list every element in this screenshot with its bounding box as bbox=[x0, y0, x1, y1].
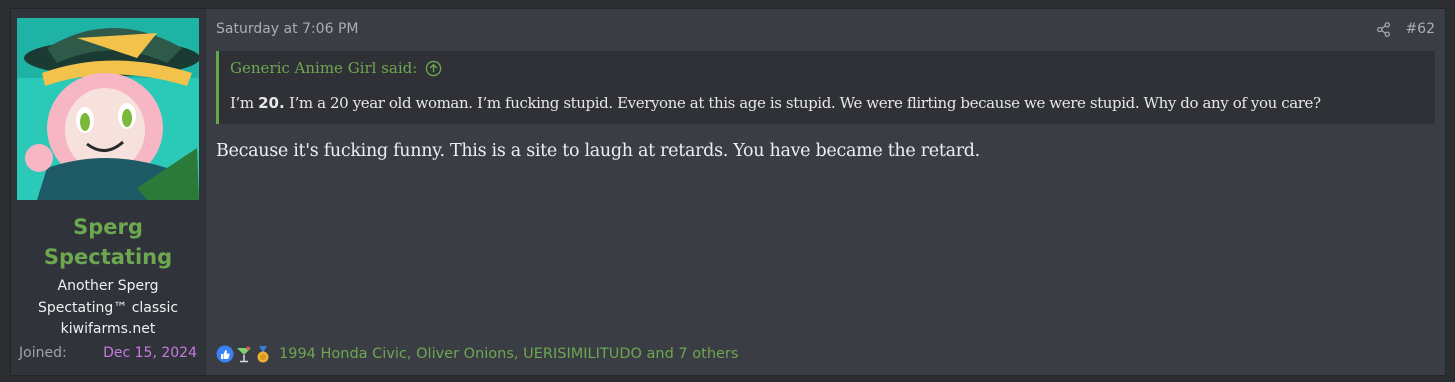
cocktail-icon bbox=[237, 346, 251, 363]
post-actions: #62 bbox=[1376, 21, 1435, 37]
quote-block: Generic Anime Girl said: I’m 20. I’m a 2… bbox=[216, 51, 1435, 124]
forum-post: Sperg Spectating Another Sperg Spectatin… bbox=[10, 8, 1446, 376]
user-site: kiwifarms.net bbox=[60, 321, 156, 337]
reactions-text[interactable]: 1994 Honda Civic, Oliver Onions, UERISIM… bbox=[279, 346, 738, 362]
share-icon[interactable] bbox=[1376, 21, 1391, 37]
reactions-bar[interactable]: 1994 Honda Civic, Oliver Onions, UERISIM… bbox=[216, 345, 738, 363]
user-title: Another Sperg Spectating™ classic bbox=[37, 278, 179, 316]
like-icon bbox=[216, 345, 234, 363]
quote-author[interactable]: Generic Anime Girl said: bbox=[230, 57, 417, 79]
post-date[interactable]: Saturday at 7:06 PM bbox=[216, 19, 1435, 39]
arrow-up-circle-icon[interactable] bbox=[425, 60, 442, 77]
medal-icon bbox=[257, 346, 269, 363]
quote-bold-text: 20. bbox=[258, 94, 285, 112]
post-content: Saturday at 7:06 PM #62 Generic Anime Gi… bbox=[206, 9, 1445, 375]
joined-label: Joined: bbox=[19, 345, 67, 361]
joined-date: Dec 15, 2024 bbox=[103, 345, 197, 361]
joined-row: Joined: Dec 15, 2024 bbox=[19, 345, 197, 361]
username[interactable]: Sperg Spectating bbox=[13, 212, 203, 272]
post-number[interactable]: #62 bbox=[1405, 21, 1435, 37]
quote-text: I’m 20. I’m a 20 year old woman. I’m fuc… bbox=[230, 94, 1321, 112]
user-info-panel: Sperg Spectating Another Sperg Spectatin… bbox=[11, 9, 206, 375]
user-avatar[interactable] bbox=[17, 18, 199, 200]
post-message: Because it's fucking funny. This is a si… bbox=[216, 141, 980, 161]
quote-header[interactable]: Generic Anime Girl said: bbox=[230, 57, 1435, 79]
